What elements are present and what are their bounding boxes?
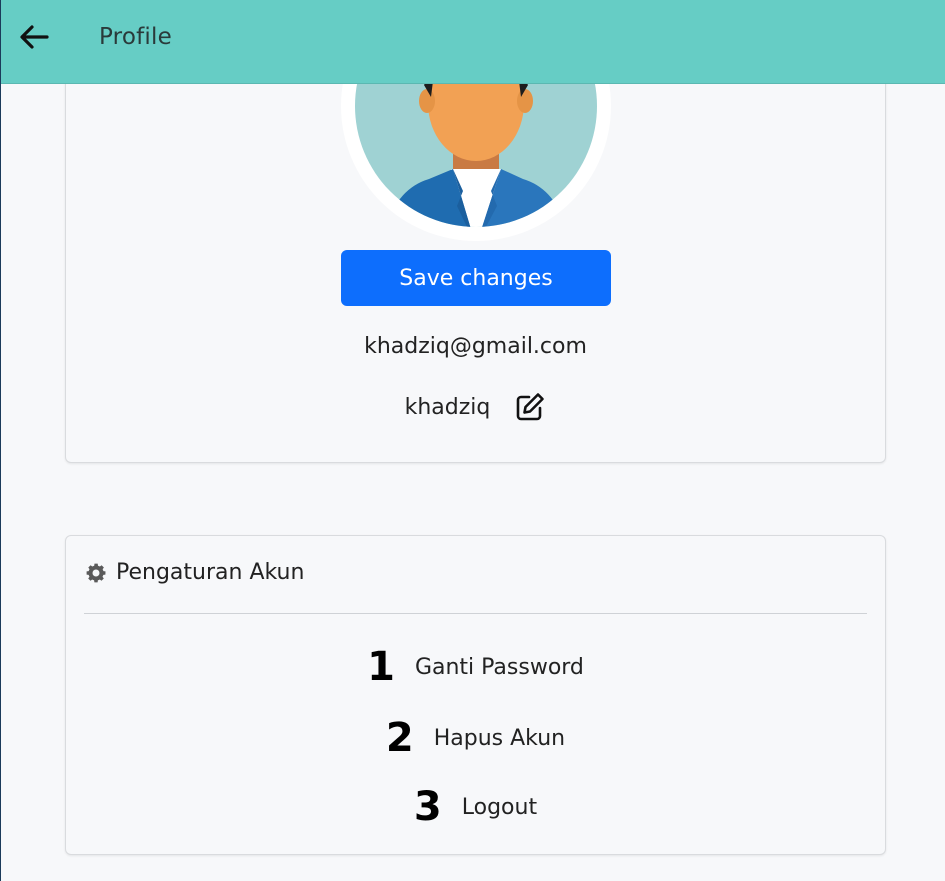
profile-page: Profile Save changes khadziq@gmail.com k… — [0, 0, 945, 881]
menu-label: Hapus Akun — [433, 725, 566, 751]
save-changes-button[interactable]: Save changes — [341, 250, 611, 306]
profile-username: khadziq — [404, 394, 491, 420]
menu-label: Logout — [461, 794, 538, 820]
profile-card: Save changes khadziq@gmail.com khadziq — [65, 40, 886, 463]
menu-number: 3 — [413, 784, 442, 830]
arrow-left-icon — [20, 25, 49, 49]
edit-icon[interactable] — [514, 391, 546, 423]
back-button[interactable] — [17, 22, 51, 52]
menu-number: 2 — [385, 715, 414, 761]
page-title: Profile — [99, 24, 172, 50]
menu-item-ganti-password[interactable]: 1 Ganti Password — [66, 644, 885, 690]
menu-item-logout[interactable]: 3 Logout — [66, 784, 885, 830]
app-header: Profile — [1, 0, 945, 84]
username-row: khadziq — [66, 391, 885, 423]
menu-number: 1 — [367, 644, 395, 690]
settings-header: Pengaturan Akun — [84, 560, 304, 585]
settings-title: Pengaturan Akun — [116, 560, 305, 585]
account-settings-card: Pengaturan Akun 1 Ganti Password 2 Hapus… — [65, 535, 886, 855]
menu-label: Ganti Password — [414, 654, 584, 680]
divider — [84, 613, 867, 614]
profile-email: khadziq@gmail.com — [364, 334, 587, 359]
gear-icon — [86, 563, 106, 582]
menu-item-hapus-akun[interactable]: 2 Hapus Akun — [66, 715, 885, 761]
